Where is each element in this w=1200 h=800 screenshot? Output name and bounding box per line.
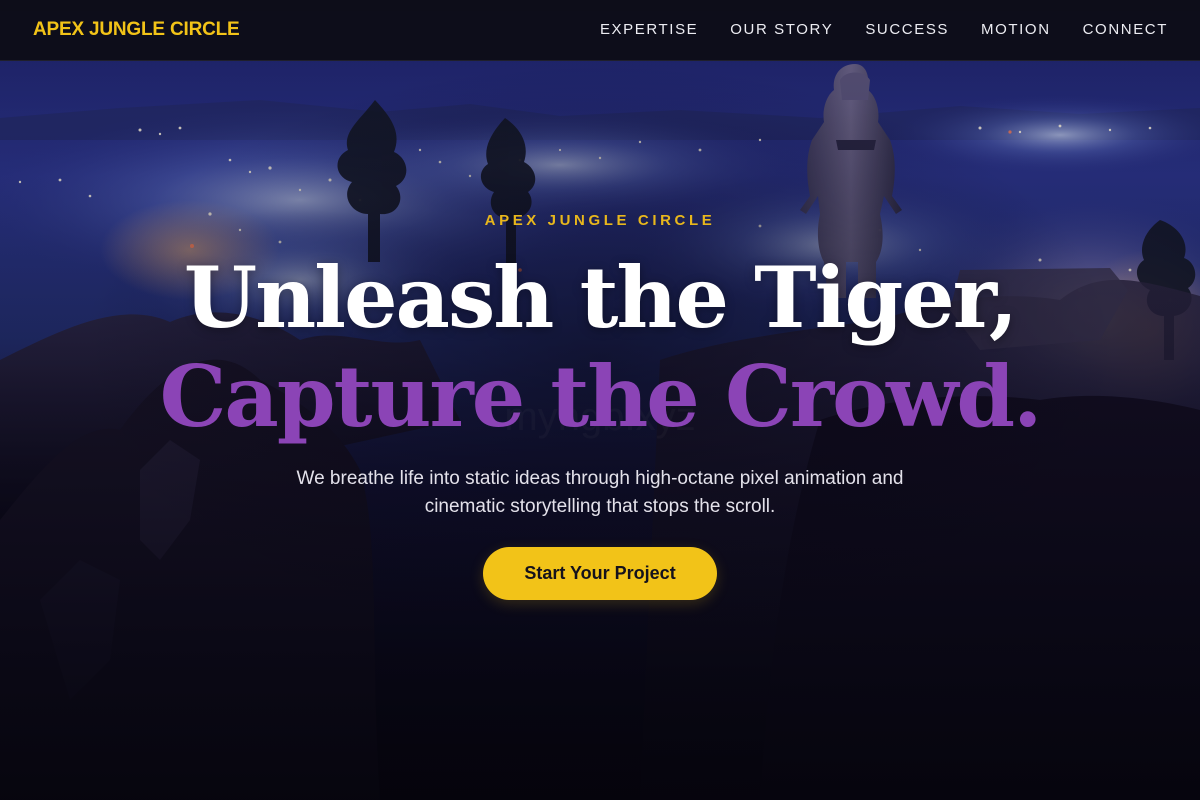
nav-link-expertise[interactable]: EXPERTISE — [600, 21, 698, 38]
nav-links: EXPERTISE OUR STORY SUCCESS MOTION CONNE… — [600, 21, 1168, 39]
nav-link-success[interactable]: SUCCESS — [865, 21, 949, 38]
start-project-button[interactable]: Start Your Project — [483, 547, 717, 600]
hero-headline-line2: Capture the Crowd. — [159, 347, 1043, 446]
landing-page: myhgb.xyz APEX JUNGLE CIRCLE EXPERTISE O… — [0, 0, 1200, 800]
hero-section: APEX JUNGLE CIRCLE Unleash the Tiger, Ca… — [0, 0, 1200, 800]
nav-link-connect[interactable]: CONNECT — [1083, 21, 1168, 38]
brand-logo[interactable]: APEX JUNGLE CIRCLE — [33, 19, 240, 41]
hero-subtitle: We breathe life into static ideas throug… — [296, 468, 904, 517]
hero-headline-line1: Unleash the Tiger, — [183, 248, 1018, 347]
top-navigation: APEX JUNGLE CIRCLE EXPERTISE OUR STORY S… — [0, 0, 1200, 61]
nav-link-our-story[interactable]: OUR STORY — [730, 21, 833, 38]
hero-eyebrow: APEX JUNGLE CIRCLE — [484, 212, 716, 229]
nav-link-motion[interactable]: MOTION — [981, 21, 1051, 38]
